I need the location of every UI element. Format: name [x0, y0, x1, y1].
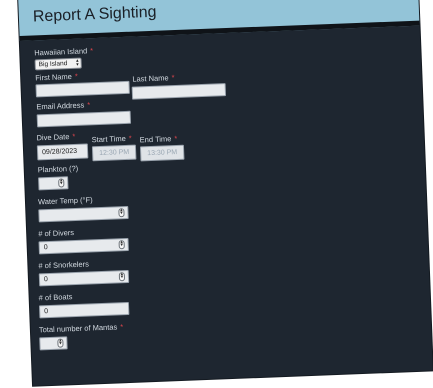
required-marker: *	[72, 131, 76, 142]
spinner-icon[interactable]: ▴ ▾	[57, 338, 64, 348]
spinner-icon[interactable]: ▴ ▾	[118, 271, 126, 282]
form-header: Report A Sighting	[18, 0, 420, 41]
dive-date-value: 09/28/2023	[41, 147, 78, 157]
snorkelers-stepper[interactable]: 0 ▴ ▾	[38, 269, 130, 287]
divers-label: # of Divers	[38, 228, 74, 238]
mantas-label-text: Total number of Mantas	[38, 322, 118, 335]
required-marker: *	[128, 133, 132, 143]
required-marker: *	[90, 46, 94, 56]
water-temp-label-text: Water Temp (°F)	[37, 195, 93, 207]
end-time-label: End Time *	[140, 134, 178, 144]
divers-value: 0	[43, 244, 48, 252]
required-marker: *	[174, 133, 178, 144]
dive-date-field[interactable]: 09/28/2023	[36, 143, 89, 161]
divers-stepper[interactable]: 0 ▴ ▾	[38, 237, 129, 255]
island-label-text: Hawaiian Island	[34, 46, 88, 58]
island-select-value: Big Island	[38, 60, 68, 69]
end-time-label-text: End Time	[139, 134, 172, 145]
snorkelers-label: # of Snorkelers	[38, 259, 89, 270]
mantas-label: Total number of Mantas *	[39, 322, 124, 334]
island-select[interactable]: Big Island ▴ ▾	[34, 57, 82, 71]
snorkelers-label-text: # of Snorkelers	[38, 259, 90, 271]
required-marker: *	[74, 71, 78, 81]
last-name-field[interactable]	[131, 83, 227, 100]
start-time-label-text: Start Time	[91, 133, 126, 145]
dive-date-label: Dive Date *	[36, 132, 75, 142]
spinner-icon[interactable]: ▴ ▾	[118, 207, 125, 218]
page-title: Report A Sighting	[32, 3, 157, 26]
boats-label: # of Boats	[39, 292, 73, 302]
sighting-form-card: Report A Sighting Hawaiian Island * Big I…	[18, 0, 433, 386]
mantas-stepper[interactable]: ▴ ▾	[39, 336, 68, 351]
last-name-label-text: Last Name	[132, 73, 169, 84]
spinner-icon[interactable]: ▴ ▾	[118, 239, 125, 250]
email-field[interactable]	[36, 110, 132, 128]
chevron-updown-icon: ▴ ▾	[75, 57, 79, 68]
boats-field[interactable]: 0	[38, 301, 130, 319]
start-time-placeholder: 12:30 PM	[99, 148, 130, 157]
end-time-field[interactable]: 13:30 PM	[139, 144, 185, 162]
snorkelers-value: 0	[43, 276, 49, 284]
required-marker: *	[87, 100, 91, 110]
start-time-label: Start Time *	[91, 134, 131, 145]
required-marker: *	[120, 322, 124, 332]
start-time-field[interactable]: 12:30 PM	[91, 144, 137, 162]
first-name-label-text: First Name	[35, 71, 73, 83]
first-name-field[interactable]	[35, 80, 130, 98]
water-temp-stepper[interactable]: ▴ ▾	[38, 205, 129, 223]
spinner-icon[interactable]: ▴ ▾	[58, 177, 65, 188]
boats-label-text: # of Boats	[38, 292, 73, 303]
required-marker: *	[171, 73, 175, 83]
plankton-label-text: Plankton (?)	[37, 163, 79, 175]
plankton-label: Plankton (?)	[38, 164, 79, 175]
page: Report A Sighting Hawaiian Island * Big I…	[0, 0, 433, 388]
last-name-label: Last Name *	[132, 73, 175, 84]
island-label: Hawaiian Island *	[34, 46, 93, 57]
plankton-stepper[interactable]: ▴ ▾	[38, 176, 69, 191]
email-label: Email Address *	[36, 100, 90, 111]
end-time-placeholder: 13:30 PM	[147, 149, 178, 158]
email-label-text: Email Address	[36, 100, 85, 112]
water-temp-label: Water Temp (°F)	[38, 195, 93, 206]
first-name-label: First Name *	[35, 72, 78, 83]
boats-value: 0	[44, 308, 49, 316]
dive-date-label-text: Dive Date	[36, 132, 70, 143]
divers-label-text: # of Divers	[38, 228, 75, 239]
